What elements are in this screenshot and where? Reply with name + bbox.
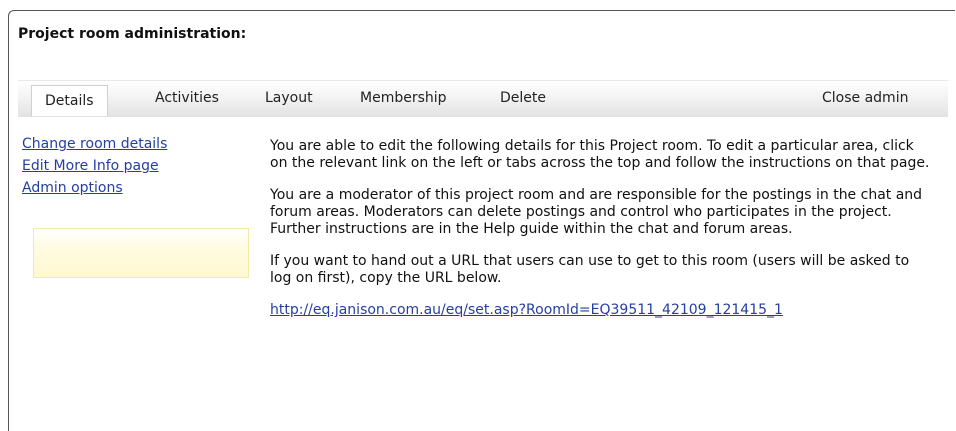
url-instructions-paragraph: If you want to hand out a URL that users… xyxy=(270,253,910,286)
tab-delete[interactable]: Delete xyxy=(500,90,546,106)
tab-membership[interactable]: Membership xyxy=(360,90,447,106)
main-content: You are able to edit the following detai… xyxy=(270,138,930,334)
tab-details-label: Details xyxy=(45,93,94,109)
room-url-link[interactable]: http://eq.janison.com.au/eq/set.asp?Room… xyxy=(270,302,783,318)
tab-details[interactable]: Details xyxy=(31,85,108,116)
tab-activities[interactable]: Activities xyxy=(155,90,219,106)
page-title: Project room administration: xyxy=(18,26,247,42)
tab-layout[interactable]: Layout xyxy=(265,90,313,106)
sidebar-links: Change room details Edit More Info page … xyxy=(22,133,167,199)
change-room-details-link[interactable]: Change room details xyxy=(22,133,167,155)
tab-bar: Details Activities Layout Membership Del… xyxy=(18,80,948,117)
close-admin-link[interactable]: Close admin xyxy=(822,90,908,106)
moderator-paragraph: You are a moderator of this project room… xyxy=(270,187,923,237)
edit-more-info-link[interactable]: Edit More Info page xyxy=(22,155,167,177)
intro-paragraph: You are able to edit the following detai… xyxy=(270,138,930,171)
admin-options-link[interactable]: Admin options xyxy=(22,177,167,199)
note-box xyxy=(33,228,249,278)
